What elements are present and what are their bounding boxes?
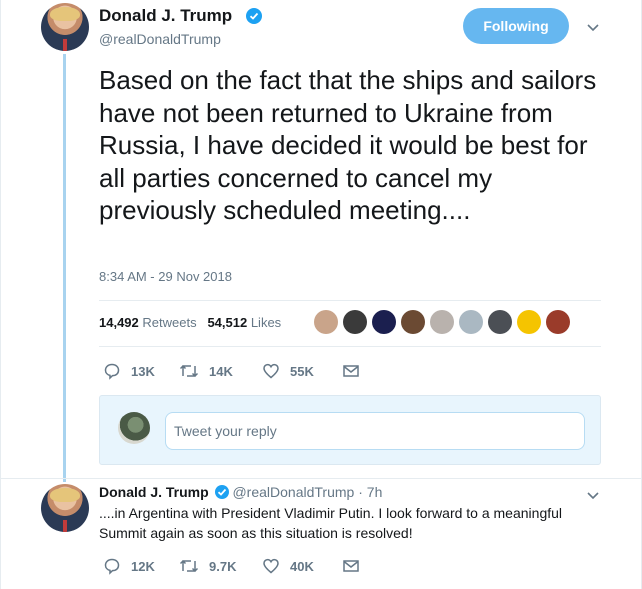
author-avatar[interactable] (41, 3, 89, 51)
reply-icon (104, 363, 120, 380)
liker-avatar-4[interactable] (401, 310, 425, 334)
reply-header: Donald J. Trump @realDonaldTrump · 7h (99, 484, 382, 500)
retweets-stat[interactable]: 14,492 Retweets (99, 315, 197, 330)
liker-avatar-8[interactable] (517, 310, 541, 334)
like-action[interactable]: 55K (262, 362, 314, 380)
envelope-icon (343, 560, 359, 572)
reply-author-name[interactable]: Donald J. Trump (99, 484, 209, 500)
retweets-label: Retweets (142, 315, 197, 330)
retweet-count: 14K (209, 363, 233, 379)
reply-author-handle[interactable]: @realDonaldTrump (232, 484, 354, 500)
like-count: 55K (290, 363, 314, 379)
reply-tweet-text: ....in Argentina with President Vladimir… (99, 505, 563, 541)
retweet-icon (179, 559, 199, 573)
separator: · (358, 484, 363, 500)
heart-icon (263, 558, 279, 574)
reply-composer: Tweet your reply (99, 395, 601, 465)
liker-avatar-3[interactable] (372, 310, 396, 334)
verified-badge-icon (214, 485, 229, 499)
like-action[interactable]: 40K (262, 557, 314, 575)
retweet-action[interactable]: 14K (179, 362, 233, 380)
tweet-card: Donald J. Trump @realDonaldTrump Followi… (0, 0, 642, 589)
liker-avatar-9[interactable] (546, 310, 570, 334)
chevron-down-icon[interactable] (585, 19, 601, 35)
reply-count: 13K (131, 363, 155, 379)
likes-stat[interactable]: 54,512 Likes (207, 315, 281, 330)
tweet-text: Based on the fact that the ships and sai… (99, 65, 597, 225)
reply-count: 12K (131, 558, 155, 574)
reply-action[interactable]: 12K (103, 557, 155, 575)
reply-action[interactable]: 13K (103, 362, 155, 380)
reply-input[interactable]: Tweet your reply (165, 412, 585, 450)
divider (99, 300, 601, 301)
envelope-icon (343, 365, 359, 377)
reply-icon (104, 558, 120, 575)
liker-avatar-5[interactable] (430, 310, 454, 334)
direct-message-action[interactable] (342, 362, 360, 380)
verified-badge-icon (246, 8, 262, 24)
liker-avatar-2[interactable] (343, 310, 367, 334)
like-count: 40K (290, 558, 314, 574)
retweet-icon (179, 364, 199, 378)
likes-count: 54,512 (207, 315, 248, 330)
liker-avatar-1[interactable] (314, 310, 338, 334)
likes-label: Likes (250, 315, 282, 330)
retweets-count: 14,492 (99, 315, 139, 330)
author-name[interactable]: Donald J. Trump (99, 6, 232, 26)
divider (99, 346, 601, 347)
reply-time[interactable]: 7h (367, 484, 383, 500)
divider (1, 478, 642, 479)
user-avatar[interactable] (118, 412, 150, 444)
author-handle[interactable]: @realDonaldTrump (99, 31, 221, 47)
liker-avatar-7[interactable] (488, 310, 512, 334)
liker-avatar-6[interactable] (459, 310, 483, 334)
reply-author-avatar[interactable] (41, 484, 89, 532)
direct-message-action[interactable] (342, 557, 360, 575)
retweet-action[interactable]: 9.7K (179, 557, 236, 575)
retweet-count: 9.7K (209, 558, 237, 574)
thread-connector-line (63, 54, 66, 482)
tweet-stats: 14,492 Retweets 54,512 Likes (99, 315, 281, 330)
tweet-timestamp[interactable]: 8:34 AM - 29 Nov 2018 (99, 269, 232, 284)
heart-icon (263, 363, 279, 379)
chevron-down-icon[interactable] (585, 487, 601, 503)
following-button[interactable]: Following (463, 8, 569, 44)
